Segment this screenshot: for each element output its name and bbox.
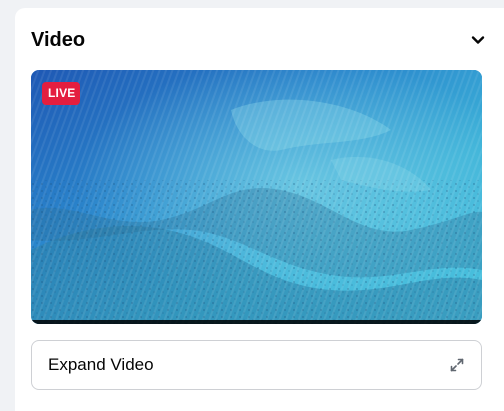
video-panel: Video LIVE Expand Video xyxy=(15,8,504,411)
expand-video-button[interactable]: Expand Video xyxy=(31,340,482,390)
panel-header: Video xyxy=(31,28,486,52)
live-badge: LIVE xyxy=(42,82,81,105)
panel-title: Video xyxy=(31,29,86,51)
video-player[interactable]: LIVE xyxy=(31,70,482,324)
expand-video-label: Expand Video xyxy=(48,355,154,374)
video-progress-bar[interactable] xyxy=(31,320,482,324)
chevron-down-icon xyxy=(471,36,485,44)
collapse-button[interactable] xyxy=(466,28,490,52)
video-frame-image xyxy=(31,70,482,324)
expand-arrows-icon xyxy=(449,357,465,373)
